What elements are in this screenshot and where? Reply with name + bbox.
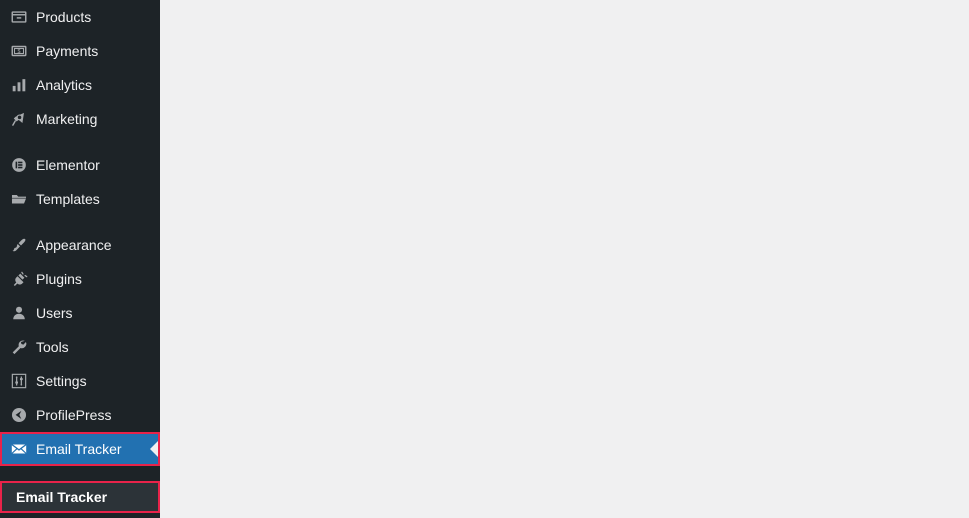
sidebar-item-analytics[interactable]: Analytics	[0, 68, 160, 102]
profilepress-icon	[9, 405, 29, 425]
sidebar-item-label: Products	[36, 9, 92, 25]
svg-text:$: $	[18, 49, 21, 55]
sidebar-item-label: Appearance	[36, 237, 112, 253]
sidebar-item-plugins[interactable]: Plugins	[0, 262, 160, 296]
submenu-item-label: Email Tracker	[16, 489, 108, 505]
admin-screen: Products $ Payments Analytics Marketing …	[0, 0, 969, 518]
sidebar-item-products[interactable]: Products	[0, 0, 160, 34]
admin-sidebar: Products $ Payments Analytics Marketing …	[0, 0, 160, 518]
sidebar-item-tools[interactable]: Tools	[0, 330, 160, 364]
sidebar-separator	[0, 216, 160, 228]
folder-icon	[9, 189, 29, 209]
sidebar-item-elementor[interactable]: Elementor	[0, 148, 160, 182]
content-area	[160, 0, 969, 518]
sidebar-item-profilepress[interactable]: ProfilePress	[0, 398, 160, 432]
submenu-item-email-tracker[interactable]: Email Tracker	[0, 481, 160, 513]
sidebar-item-label: Plugins	[36, 271, 82, 287]
chevron-left-icon	[150, 441, 158, 457]
sliders-icon	[9, 371, 29, 391]
submenu-email-tracker: Email Tracker	[0, 481, 160, 513]
products-icon	[9, 7, 29, 27]
sidebar-item-label: Settings	[36, 373, 87, 389]
sidebar-item-label: Payments	[36, 43, 99, 59]
plug-icon	[9, 269, 29, 289]
sidebar-item-email-tracker[interactable]: Email Tracker	[0, 432, 160, 466]
megaphone-icon	[9, 109, 29, 129]
sidebar-item-label: ProfilePress	[36, 407, 112, 423]
sidebar-item-settings[interactable]: Settings	[0, 364, 160, 398]
sidebar-item-label: Email Tracker	[36, 441, 122, 457]
elementor-icon	[9, 155, 29, 175]
sidebar-item-marketing[interactable]: Marketing	[0, 102, 160, 136]
sidebar-item-appearance[interactable]: Appearance	[0, 228, 160, 262]
sidebar-item-templates[interactable]: Templates	[0, 182, 160, 216]
sidebar-item-label: Elementor	[36, 157, 100, 173]
sidebar-item-label: Marketing	[36, 111, 98, 127]
sidebar-item-label: Templates	[36, 191, 100, 207]
payments-icon: $	[9, 41, 29, 61]
wrench-icon	[9, 337, 29, 357]
sidebar-item-payments[interactable]: $ Payments	[0, 34, 160, 68]
user-icon	[9, 303, 29, 323]
sidebar-item-label: Tools	[36, 339, 69, 355]
envelope-icon	[9, 439, 29, 459]
sidebar-item-users[interactable]: Users	[0, 296, 160, 330]
paintbrush-icon	[9, 235, 29, 255]
sidebar-item-label: Analytics	[36, 77, 93, 93]
sidebar-separator	[0, 136, 160, 148]
sidebar-item-label: Users	[36, 305, 73, 321]
analytics-icon	[9, 75, 29, 95]
